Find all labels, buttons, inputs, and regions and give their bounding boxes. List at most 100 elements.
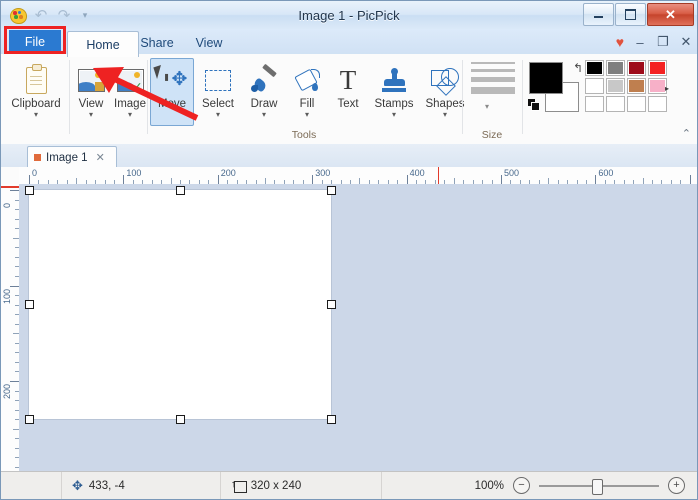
stamps-tool-button[interactable]: Stamps ▾ [369, 58, 419, 126]
restore-window-button[interactable]: ❐ [656, 34, 670, 50]
image-size-icon: ↑ [231, 479, 247, 493]
fill-tool-button[interactable]: Fill ▾ [287, 58, 327, 126]
color-selector[interactable]: ↰ [528, 61, 583, 112]
close-icon[interactable]: ✕ [96, 151, 105, 164]
close-button[interactable]: ✕ [647, 3, 694, 26]
swatch[interactable] [648, 60, 667, 76]
image-canvas[interactable] [29, 190, 331, 419]
move-tool-label: Move [157, 98, 187, 110]
color-palette[interactable] [585, 60, 667, 112]
clipboard-button[interactable]: Clipboard ▾ [7, 58, 65, 126]
maximize-button[interactable] [615, 3, 646, 26]
status-bar: ✥ 433, -4 ↑ 320 x 240 100% − + [1, 471, 697, 499]
chevron-down-icon[interactable]: ▾ [34, 111, 38, 119]
swatch[interactable] [585, 60, 604, 76]
swatch[interactable] [627, 78, 646, 94]
canvas-area[interactable] [19, 184, 697, 473]
chevron-down-icon[interactable]: ▾ [485, 102, 489, 111]
ruler-cursor-marker [1, 186, 19, 188]
select-tool-button[interactable]: Select ▾ [195, 58, 241, 126]
zoom-slider-thumb[interactable] [592, 479, 603, 495]
modified-indicator-icon [34, 154, 41, 161]
minimize-ribbon-button[interactable]: – [633, 35, 647, 50]
more-colors-icon[interactable]: ▸ [665, 84, 669, 93]
horizontal-ruler[interactable]: 0 100 200 300 400 500 600 [19, 167, 697, 185]
default-colors-icon[interactable] [528, 99, 540, 111]
vertical-ruler[interactable]: 0 100 200 [1, 184, 20, 473]
selection-handle-bottom-left[interactable] [25, 415, 34, 424]
swatch[interactable] [606, 60, 625, 76]
title-bar: ↶ ↷ ▾ Image 1 - PicPick ✕ [1, 1, 697, 29]
ribbon-group-view-image: View ▾ ✓ Image ▾ [70, 54, 146, 144]
chevron-down-icon[interactable]: ▾ [262, 111, 266, 119]
ribbon-group-clipboard: Clipboard ▾ [1, 54, 69, 144]
undo-arrow-icon[interactable]: ↶ [30, 4, 52, 26]
ruler-tick [689, 175, 691, 184]
ribbon-tab-strip: File Home Share View ♥ – ❐ ✕ [1, 29, 697, 57]
chevron-down-icon[interactable]: ▾ [392, 111, 396, 119]
zoom-level-value: 100% [474, 479, 504, 492]
selection-handle-top-right[interactable] [327, 186, 336, 195]
close-window-button[interactable]: ✕ [679, 34, 693, 50]
swatch[interactable] [627, 60, 646, 76]
swatch[interactable] [648, 96, 667, 112]
clipboard-button-label: Clipboard [11, 98, 61, 110]
zoom-slider[interactable] [539, 478, 659, 495]
zoom-out-button[interactable]: − [513, 477, 530, 494]
ruler-label: 600 [598, 168, 614, 178]
selection-handle-bottom-center[interactable] [176, 415, 185, 424]
stamps-tool-label: Stamps [374, 98, 414, 110]
redo-arrow-icon[interactable]: ↷ [53, 4, 75, 26]
selection-handle-middle-left[interactable] [25, 300, 34, 309]
ruler-label: 200 [2, 383, 12, 399]
ruler-tick [10, 381, 19, 382]
select-tool-label: Select [202, 98, 234, 110]
chevron-down-icon[interactable]: ▾ [305, 111, 309, 119]
donate-heart-icon[interactable]: ♥ [616, 34, 624, 50]
chevron-down-icon[interactable]: ▾ [89, 111, 93, 119]
tab-view[interactable]: View [177, 31, 241, 55]
size-group-label: Size [481, 129, 503, 141]
image-button[interactable]: ✓ Image ▾ [110, 58, 150, 126]
picpick-palette-icon[interactable] [7, 4, 29, 26]
chevron-down-icon[interactable]: ▾ [128, 111, 132, 119]
ruler-tick [406, 175, 408, 184]
swatch[interactable] [606, 96, 625, 112]
selection-handle-middle-right[interactable] [327, 300, 336, 309]
text-tool-label: Text [337, 98, 359, 110]
swap-colors-icon[interactable]: ↰ [573, 61, 583, 75]
ruler-tick [312, 175, 314, 184]
selection-handle-bottom-right[interactable] [327, 415, 336, 424]
ribbon-right-controls: ♥ – ❐ ✕ [616, 31, 693, 53]
swatch[interactable] [585, 78, 604, 94]
chevron-down-icon[interactable]: ▾ [216, 111, 220, 119]
document-tab-label: Image 1 [46, 151, 88, 164]
shapes-tool-label: Shapes [425, 98, 465, 110]
selection-handle-top-center[interactable] [176, 186, 185, 195]
line-width-picker[interactable] [471, 62, 515, 99]
ribbon-body: Clipboard ▾ View ▾ ✓ Image ▾ ✥ Move Sele… [1, 54, 697, 145]
ruler-label: 300 [315, 168, 331, 178]
move-tool-button[interactable]: ✥ Move [150, 58, 194, 126]
text-tool-button[interactable]: T Text [328, 58, 368, 126]
swatch[interactable] [585, 96, 604, 112]
swatch[interactable] [627, 96, 646, 112]
collapse-ribbon-icon[interactable]: ⌃ [682, 127, 691, 140]
ruler-label: 100 [2, 288, 12, 304]
foreground-color-swatch[interactable] [529, 62, 563, 94]
document-tab-image-1[interactable]: Image 1 ✕ [27, 146, 117, 169]
zoom-in-button[interactable]: + [668, 477, 685, 494]
ruler-tick [10, 285, 19, 287]
swatch[interactable] [606, 78, 625, 94]
status-divider [381, 472, 383, 499]
draw-tool-button[interactable]: Draw ▾ [242, 58, 286, 126]
chevron-down-icon[interactable]: ▾ [443, 111, 447, 119]
view-button[interactable]: View ▾ [72, 58, 110, 126]
ruler-tick [595, 175, 597, 184]
view-button-label: View [78, 98, 104, 110]
ruler-tick [501, 175, 502, 184]
selection-handle-top-left[interactable] [25, 186, 34, 195]
minimize-button[interactable] [583, 3, 614, 26]
tab-file[interactable]: File [9, 30, 61, 54]
chevron-down-icon[interactable]: ▾ [76, 4, 94, 26]
